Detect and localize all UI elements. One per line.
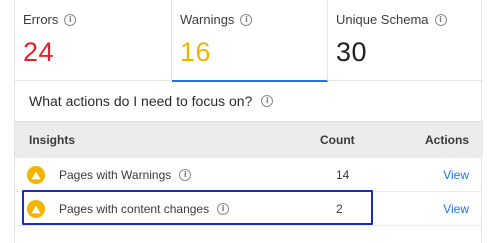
actions-title-text: What actions do I need to focus on? bbox=[29, 93, 253, 109]
info-icon[interactable]: i bbox=[434, 14, 447, 26]
warnings-label-row: Warnings i bbox=[180, 12, 327, 28]
warning-triangle-icon bbox=[27, 166, 45, 184]
actions-heading: What actions do I need to focus on? i bbox=[29, 93, 274, 109]
row-name: Pages with Warnings bbox=[59, 167, 172, 182]
metric-tiles: Errors i 24 Warnings i 16 Unique Schema … bbox=[15, 0, 483, 82]
errors-value: 24 bbox=[23, 37, 55, 67]
warnings-label: Warnings bbox=[180, 12, 235, 27]
view-link[interactable]: View bbox=[443, 168, 469, 182]
header-actions: Actions bbox=[424, 133, 469, 147]
selected-tab-indicator bbox=[172, 80, 328, 82]
info-icon[interactable]: i bbox=[179, 168, 192, 181]
table-header: Insights Count Actions bbox=[15, 121, 483, 158]
header-insights: Insights bbox=[29, 133, 76, 147]
row-name-group: Pages with Warnings i bbox=[59, 167, 192, 182]
insights-card: Errors i 24 Warnings i 16 Unique Schema … bbox=[14, 0, 483, 243]
unique-schema-tile[interactable]: Unique Schema i 30 bbox=[327, 0, 483, 81]
table-row: Pages with Warnings i 14 View bbox=[15, 158, 483, 192]
errors-tile[interactable]: Errors i 24 bbox=[15, 0, 171, 81]
info-icon[interactable]: i bbox=[240, 14, 253, 26]
warnings-tile[interactable]: Warnings i 16 bbox=[171, 0, 328, 82]
header-count: Count bbox=[320, 133, 355, 147]
errors-label-row: Errors i bbox=[23, 12, 171, 28]
view-link[interactable]: View bbox=[443, 202, 469, 216]
errors-label: Errors bbox=[23, 12, 59, 27]
unique-schema-value: 30 bbox=[336, 37, 368, 67]
warnings-value: 16 bbox=[180, 37, 212, 67]
row-count: 14 bbox=[336, 167, 350, 182]
info-icon[interactable]: i bbox=[261, 95, 274, 107]
highlight-box bbox=[22, 190, 373, 225]
unique-schema-label: Unique Schema bbox=[336, 12, 429, 27]
info-icon[interactable]: i bbox=[64, 14, 77, 26]
unique-schema-label-row: Unique Schema i bbox=[336, 12, 483, 28]
